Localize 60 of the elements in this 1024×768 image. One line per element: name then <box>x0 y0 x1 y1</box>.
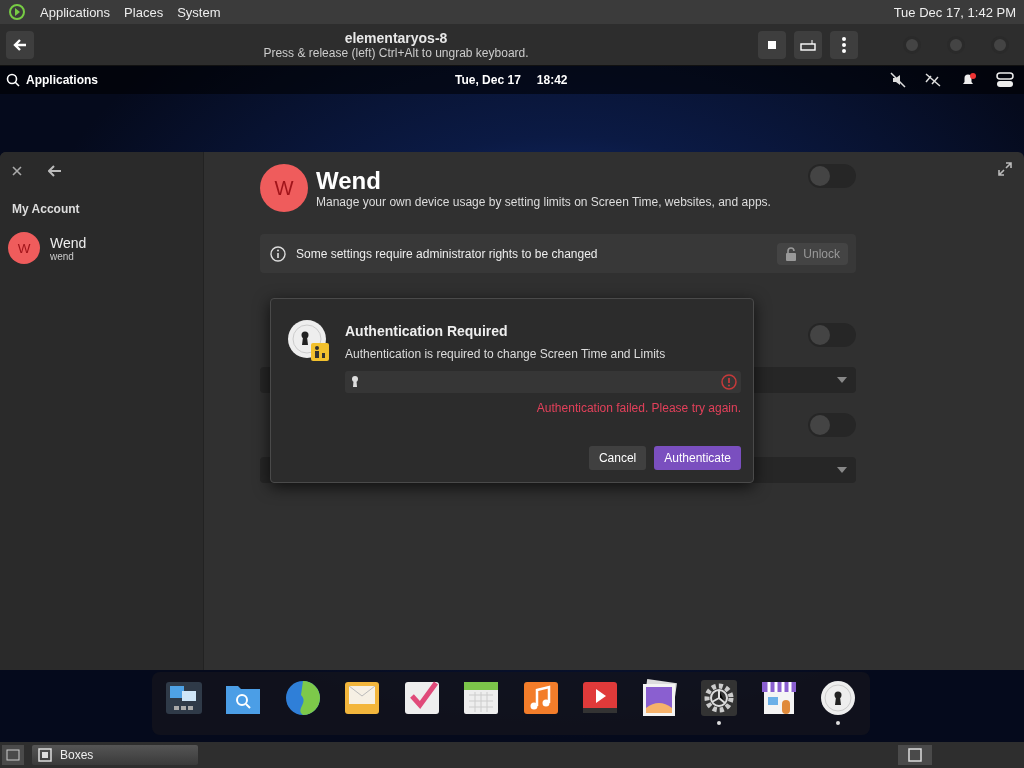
warning-icon <box>721 374 737 390</box>
unlock-button[interactable]: Unlock <box>777 242 848 265</box>
section-heading: My Account <box>11 201 81 218</box>
user-list-item[interactable]: W Wend wend <box>0 226 203 270</box>
date-time-menu[interactable]: Tue, Dec 17 18:42 <box>455 73 568 87</box>
keyhole-lock-icon <box>287 319 331 363</box>
username: wend <box>50 250 75 262</box>
stop-button[interactable] <box>758 30 786 59</box>
menu-button[interactable] <box>830 30 858 59</box>
dropdown-arrow-icon <box>836 466 848 474</box>
password-field[interactable] <box>345 371 741 393</box>
distro-logo-icon[interactable] <box>8 4 26 20</box>
taskbar-button[interactable]: Boxes <box>32 745 198 765</box>
expand-arrows-icon <box>998 162 1012 176</box>
window-title: elementaryos-8 <box>344 29 448 46</box>
dropdown-arrow-icon <box>836 376 848 384</box>
toggle-switch[interactable] <box>808 323 856 347</box>
back-arrow-icon <box>48 165 62 177</box>
show-desktop-button[interactable] <box>2 745 24 765</box>
info-message: Some settings require administrator rights to be changed <box>296 246 599 261</box>
speaker-muted-icon[interactable] <box>890 72 906 88</box>
cancel-button[interactable]: Cancel <box>588 446 647 470</box>
padlock-icon <box>785 246 798 261</box>
keyboard-icon <box>800 38 816 51</box>
workspace-icon <box>908 748 922 762</box>
error-message: Authentication failed. Please try again. <box>536 401 741 415</box>
menu-item[interactable]: Applications <box>40 4 111 20</box>
fullscreen-button[interactable] <box>996 160 1014 178</box>
toggles-icon[interactable] <box>996 72 1014 88</box>
back-arrow-icon <box>12 37 28 52</box>
square-icon <box>768 40 776 49</box>
close-icon <box>12 166 22 176</box>
gear-icon <box>699 677 740 718</box>
key-icon <box>351 376 359 388</box>
toggle-switch[interactable] <box>808 413 856 437</box>
avatar: W <box>8 232 40 264</box>
dialog-message: Authentication is required to change Screen Time and Limits <box>345 347 667 361</box>
window-subtitle: Press & release (left) Ctrl+Alt to ungrab keyboard. <box>263 45 529 60</box>
authenticate-button[interactable]: Authenticate <box>654 446 741 470</box>
dialog-title: Authentication Required <box>345 323 509 339</box>
more-vertical-icon <box>842 36 846 53</box>
menu-item[interactable]: System <box>177 4 221 20</box>
menu-item[interactable]: Places <box>124 4 164 20</box>
keyboard-button[interactable] <box>794 30 822 59</box>
clock: Tue Dec 17, 1:42 PM <box>893 4 1016 20</box>
user-name: Wend <box>316 167 382 195</box>
toggle-switch[interactable] <box>808 164 856 188</box>
network-disconnected-icon[interactable] <box>924 72 942 88</box>
close-button[interactable] <box>10 164 24 178</box>
back-button[interactable] <box>6 30 34 59</box>
description: Manage your own device usage by setting limits on Screen Time, websites, and apps. <box>316 195 772 209</box>
back-button[interactable] <box>46 163 64 179</box>
info-icon <box>270 245 286 262</box>
applications-menu[interactable]: Applications <box>6 73 98 87</box>
user-name: Wend <box>50 234 87 251</box>
workspace-switcher[interactable] <box>898 745 932 765</box>
avatar: W <box>260 164 308 212</box>
app-window-icon <box>38 748 52 762</box>
search-icon <box>6 73 20 87</box>
desktop-icon <box>6 749 20 761</box>
